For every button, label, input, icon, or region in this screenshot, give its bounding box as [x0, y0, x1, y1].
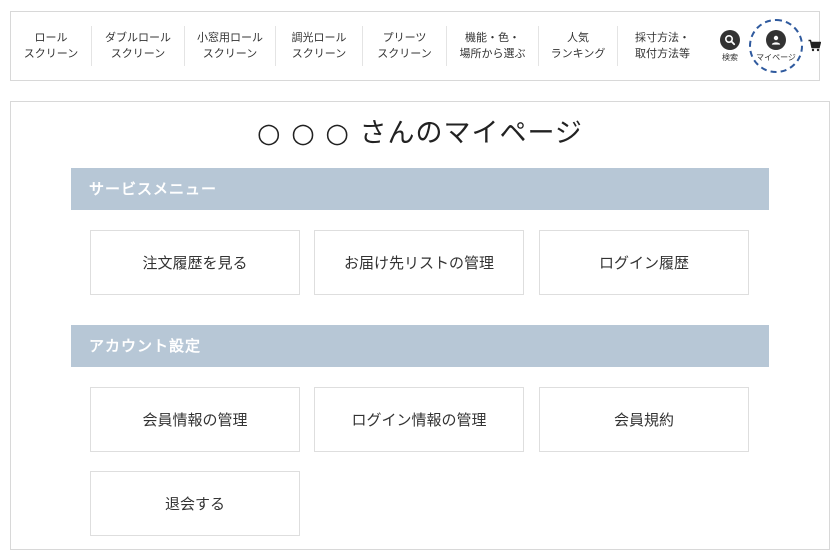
search-icon — [720, 29, 740, 50]
order-history-button[interactable]: 注文履歴を見る — [90, 230, 300, 295]
nav-item-label: スクリーン — [110, 47, 166, 60]
nav-item-label: スクリーン — [202, 47, 258, 60]
mypage-panel: ○ ○ ○ さんのマイページ サービスメニュー 注文履歴を見る お届け先リストの… — [10, 101, 830, 550]
nav-item-pleated-screen[interactable]: プリーツ スクリーン — [363, 26, 447, 66]
nav-item-label: 場所から選ぶ — [459, 47, 526, 60]
user-icon — [766, 29, 786, 50]
login-history-button[interactable]: ログイン履歴 — [539, 230, 749, 295]
nav-item-label: スクリーン — [23, 47, 79, 60]
member-terms-button[interactable]: 会員規約 — [539, 387, 749, 452]
nav-item-label: スクリーン — [377, 47, 432, 60]
nav-item-label: ランキング — [550, 47, 606, 60]
nav-item-label: スクリーン — [291, 47, 347, 60]
delivery-address-list-button[interactable]: お届け先リストの管理 — [314, 230, 524, 295]
nav-item-double-roll-screen[interactable]: ダブルロール スクリーン — [92, 26, 185, 66]
nav-item-label: 調光ロール — [291, 31, 347, 44]
search-label: 検索 — [722, 52, 738, 62]
nav-item-small-window-roll-screen[interactable]: 小窓用ロール スクリーン — [185, 26, 276, 66]
nav-item-label: ダブルロール — [105, 31, 171, 44]
page-title: ○ ○ ○ さんのマイページ — [257, 118, 583, 149]
login-info-button[interactable]: ログイン情報の管理 — [314, 387, 524, 452]
nav-item-label: プリーツ — [382, 31, 427, 44]
nav-item-label: 機能・色・ — [465, 31, 520, 44]
section-header-account-settings: アカウント設定 — [71, 325, 769, 367]
nav-item-measuring-guide[interactable]: 採寸方法・ 取付方法等 — [618, 26, 707, 66]
nav-item-label: 採寸方法・ — [635, 31, 690, 44]
cart-button[interactable] — [805, 37, 823, 56]
nav-item-label: 取付方法等 — [635, 47, 690, 60]
nav-item-label: ロール — [34, 31, 68, 44]
nav-item-label: 人気 — [567, 31, 589, 44]
nav-item-choose-by-feature[interactable]: 機能・色・ 場所から選ぶ — [447, 26, 539, 66]
mypage-button[interactable]: マイページ — [749, 19, 803, 73]
section-header-service-menu: サービスメニュー — [71, 168, 769, 210]
nav-item-ranking[interactable]: 人気 ランキング — [539, 26, 618, 66]
nav-item-label: 小窓用ロール — [197, 31, 263, 44]
global-nav: ロール スクリーン ダブルロール スクリーン 小窓用ロール スクリーン 調光ロー… — [10, 11, 823, 81]
member-info-button[interactable]: 会員情報の管理 — [90, 387, 300, 452]
nav-item-light-control-roll-screen[interactable]: 調光ロール スクリーン — [276, 26, 363, 66]
search-button[interactable]: 検索 — [713, 29, 747, 63]
nav-item-roll-screen[interactable]: ロール スクリーン — [11, 26, 92, 66]
withdraw-button[interactable]: 退会する — [90, 471, 300, 536]
nav-icon-group: 検索 マイページ — [713, 12, 823, 80]
nav-menu: ロール スクリーン ダブルロール スクリーン 小窓用ロール スクリーン 調光ロー… — [11, 12, 707, 80]
mypage-label: マイページ — [756, 52, 796, 62]
cart-icon — [808, 37, 821, 56]
